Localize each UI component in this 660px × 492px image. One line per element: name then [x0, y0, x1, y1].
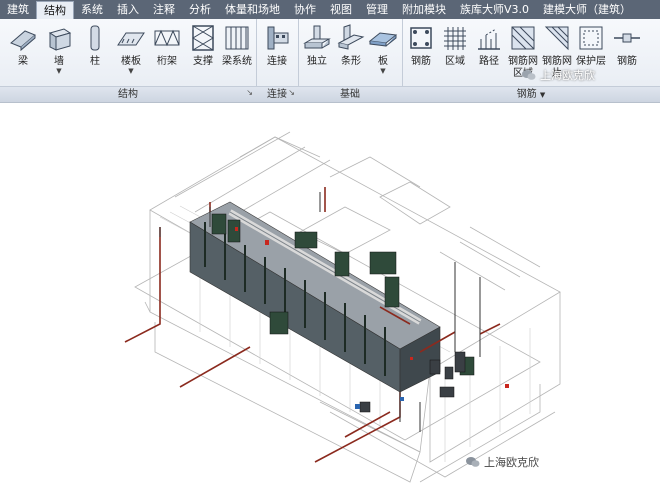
group-structure-label: 结构 ↘ [0, 86, 256, 102]
connection-tool[interactable]: 连接 [260, 23, 294, 68]
floor-icon [117, 32, 145, 46]
beam-system-tool[interactable]: 梁系统 [220, 23, 254, 68]
wechat-icon-bottom [466, 457, 480, 467]
tab-analyze[interactable]: 分析 [182, 0, 218, 19]
column-icon [90, 25, 100, 51]
area-rebar-icon [444, 27, 466, 50]
brace-label: 支撑 [193, 56, 213, 67]
rebar-tool[interactable]: 钢筋 [404, 23, 438, 68]
group-foundation: 独立 条形 板 ▼ 基础 [298, 19, 403, 102]
tab-modeling-master[interactable]: 建模大师（建筑） [536, 0, 638, 19]
ribbon-tab-bar: 建筑 结构 系统 插入 注释 分析 体量和场地 协作 视图 管理 附加模块 族库… [0, 0, 660, 20]
beam-icon [10, 30, 36, 52]
equipment-rack [189, 201, 441, 393]
rebar-cover-icon [579, 26, 603, 50]
dialog-launcher-icon[interactable]: ↘ [246, 85, 253, 100]
group-rebar-label[interactable]: 钢筋 ▼ [402, 86, 660, 102]
path-rebar-icon [478, 28, 500, 50]
wall-dropdown-icon[interactable]: ▼ [42, 68, 76, 75]
tab-family-library[interactable]: 族库大师V3.0 [453, 0, 536, 19]
rebar-coupler-label: 钢筋 [617, 56, 637, 67]
fabric-sheet-icon [544, 26, 569, 51]
tab-massing-site[interactable]: 体量和场地 [218, 0, 287, 19]
group-rebar-title: 钢筋 [516, 89, 537, 100]
wall-tool[interactable]: 墙 ▼ [42, 23, 76, 75]
slab-dropdown-icon[interactable]: ▼ [366, 68, 400, 75]
group-structure: 梁 墙 ▼ 柱 楼板 ▼ 桁架 支撑 梁系统 结构 ↘ [0, 19, 257, 102]
floor-dropdown-icon[interactable]: ▼ [114, 68, 148, 75]
watermark-bottom-text: 上海欧克欣 [484, 456, 539, 469]
rebar-coupler-icon [614, 33, 640, 43]
slab-foundation-tool[interactable]: 板 ▼ [366, 23, 400, 75]
tab-structure[interactable]: 结构 [36, 0, 74, 20]
group-structure-title: 结构 [118, 89, 138, 100]
floor-tool[interactable]: 楼板 ▼ [114, 23, 148, 75]
tab-addins[interactable]: 附加模块 [395, 0, 453, 19]
group-connection-label: 连接 ↘ [256, 86, 298, 102]
tab-collaborate[interactable]: 协作 [287, 0, 323, 19]
watermark-top: 上海欧克欣 [522, 67, 595, 83]
tab-manage[interactable]: 管理 [359, 0, 395, 19]
group-foundation-title: 基础 [340, 89, 360, 100]
column-tool[interactable]: 柱 [78, 23, 112, 68]
wechat-icon [522, 70, 536, 80]
tab-systems[interactable]: 系统 [74, 0, 110, 19]
group-connection: 连接 连接 ↘ [256, 19, 299, 102]
path-rebar-tool[interactable]: 路径 [472, 23, 506, 68]
isolated-foundation-label: 独立 [307, 56, 327, 67]
area-rebar-tool[interactable]: 区域 [438, 23, 472, 68]
mep-model-3d-view [124, 131, 561, 483]
connection-label: 连接 [267, 56, 287, 67]
rebar-coupler-tool[interactable]: 钢筋 [610, 23, 644, 68]
cover-tool[interactable]: 保护层 [574, 23, 608, 68]
tab-insert[interactable]: 插入 [110, 0, 146, 19]
wall-icon [48, 28, 72, 51]
slab-foundation-icon [368, 32, 398, 47]
isolated-foundation-icon [303, 25, 331, 49]
beam-label: 梁 [18, 56, 28, 67]
tab-annotate[interactable]: 注释 [146, 0, 182, 19]
truss-tool[interactable]: 桁架 [150, 23, 184, 68]
group-connection-title: 连接 [267, 89, 287, 100]
model-viewport[interactable]: 上海欧克欣 [0, 102, 660, 489]
group-foundation-label: 基础 [298, 86, 402, 102]
truss-label: 桁架 [157, 56, 177, 67]
truss-icon [154, 29, 180, 47]
watermark-top-text: 上海欧克欣 [540, 69, 595, 82]
beam-tool[interactable]: 梁 [6, 23, 40, 68]
beam-system-icon [225, 26, 249, 50]
ribbon-panel: 梁 墙 ▼ 柱 楼板 ▼ 桁架 支撑 梁系统 结构 ↘ 连接 连接 ↘ 独立 条… [0, 19, 660, 103]
strip-foundation-label: 条形 [341, 56, 361, 67]
rebar-dropdown-icon[interactable]: ▼ [540, 91, 545, 99]
group-rebar: 钢筋 区域 路径 钢筋网区域 [402, 19, 660, 102]
watermark-bottom: 上海欧克欣 [466, 454, 539, 470]
strip-foundation-icon [337, 24, 365, 50]
isolated-foundation-tool[interactable]: 独立 [300, 23, 334, 68]
connection-icon [267, 26, 289, 50]
brace-tool[interactable]: 支撑 [186, 23, 220, 68]
brace-icon [192, 25, 214, 51]
area-rebar-label: 区域 [445, 56, 465, 67]
fabric-area-icon [511, 26, 535, 50]
rebar-icon [410, 27, 432, 49]
path-rebar-label: 路径 [479, 56, 499, 67]
beam-system-label: 梁系统 [222, 56, 252, 67]
rebar-label: 钢筋 [411, 56, 431, 67]
tab-view[interactable]: 视图 [323, 0, 359, 19]
tab-architecture[interactable]: 建筑 [0, 0, 36, 19]
strip-foundation-tool[interactable]: 条形 [334, 23, 368, 68]
column-label: 柱 [90, 56, 100, 67]
connection-launcher-icon[interactable]: ↘ [288, 85, 295, 100]
